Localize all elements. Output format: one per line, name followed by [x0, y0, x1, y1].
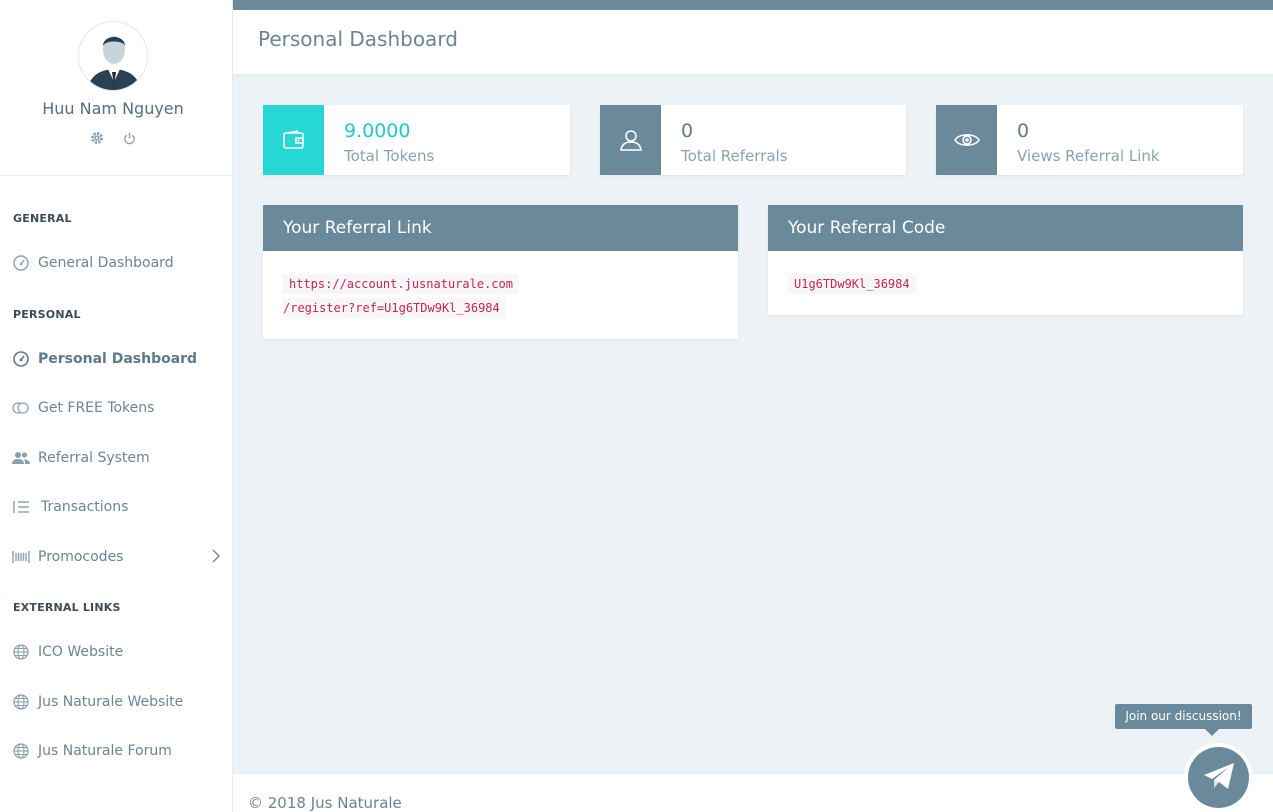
sidebar-item-ico-website[interactable]: ICO Website: [0, 634, 232, 670]
stat-label: Views Referral Link: [1017, 147, 1160, 165]
dashboard-gauge-icon: [12, 350, 30, 368]
panel-title: Your Referral Link: [263, 205, 738, 251]
dashboard-gauge-icon: [12, 254, 30, 272]
section-title-general: GENERAL: [13, 212, 72, 225]
stat-value: 9.0000: [344, 120, 411, 142]
sidebar-item-general-dashboard[interactable]: General Dashboard: [0, 245, 232, 281]
top-accent-bar: [233, 0, 1273, 10]
stat-value: 0: [681, 120, 694, 142]
telegram-icon: [1202, 761, 1236, 795]
referral-link-line-2[interactable]: /register?ref=U1g6TDw9Kl_36984: [283, 298, 506, 318]
eye-icon: [936, 105, 997, 175]
referral-code[interactable]: U1g6TDw9Kl_36984: [788, 274, 916, 294]
sidebar-item-promocodes[interactable]: Promocodes: [0, 539, 232, 575]
barcode-icon: [12, 548, 30, 566]
sidebar-item-label: Personal Dashboard: [38, 351, 198, 367]
user-icon: [600, 105, 661, 175]
panel-title: Your Referral Code: [768, 205, 1243, 251]
stat-card-views-referral-link: 0 Views Referral Link: [936, 105, 1243, 175]
stat-label: Total Referrals: [681, 147, 788, 165]
sidebar: Huu Nam Nguyen GENERAL General Dashboard…: [0, 0, 233, 812]
sidebar-item-label: Referral System: [38, 450, 150, 466]
sidebar-item-label: Get FREE Tokens: [38, 400, 155, 416]
globe-icon: [12, 643, 30, 661]
chevron-right-icon: [212, 549, 220, 567]
wallet-icon: [263, 105, 324, 175]
list-icon: [12, 498, 30, 516]
page-header: Personal Dashboard: [233, 10, 1273, 74]
stat-card-total-referrals: 0 Total Referrals: [600, 105, 906, 175]
user-profile: Huu Nam Nguyen: [0, 0, 232, 176]
page-title: Personal Dashboard: [258, 27, 458, 51]
section-title-personal: PERSONAL: [13, 308, 81, 321]
stat-card-total-tokens: 9.0000 Total Tokens: [263, 105, 570, 175]
power-icon[interactable]: [121, 130, 137, 146]
section-title-external-links: EXTERNAL LINKS: [13, 601, 121, 614]
sidebar-item-jus-naturale-forum[interactable]: Jus Naturale Forum: [0, 733, 232, 769]
coins-icon: [12, 399, 30, 417]
gear-icon[interactable]: [89, 130, 105, 146]
globe-icon: [12, 742, 30, 760]
sidebar-item-label: Jus Naturale Forum: [38, 743, 172, 759]
sidebar-item-label: ICO Website: [38, 644, 124, 660]
footer: © 2018 Jus Naturale: [233, 773, 1273, 812]
sidebar-item-personal-dashboard[interactable]: Personal Dashboard: [0, 341, 232, 377]
sidebar-item-label: Jus Naturale Website: [38, 694, 184, 710]
referral-code-panel: Your Referral Code U1g6TDw9Kl_36984: [768, 205, 1243, 315]
sidebar-item-get-free-tokens[interactable]: Get FREE Tokens: [0, 390, 232, 426]
referral-link-panel: Your Referral Link https://account.jusna…: [263, 205, 738, 339]
chat-button[interactable]: [1184, 743, 1253, 812]
sidebar-item-label: Transactions: [41, 499, 129, 515]
chat-tooltip: Join our discussion!: [1115, 704, 1252, 736]
sidebar-item-label: Promocodes: [38, 549, 124, 565]
users-icon: [12, 449, 30, 467]
sidebar-item-transactions[interactable]: Transactions: [0, 489, 232, 525]
stat-label: Total Tokens: [344, 147, 435, 165]
sidebar-item-label: General Dashboard: [38, 255, 174, 271]
globe-icon: [12, 693, 30, 711]
referral-link-line-1[interactable]: https://account.jusnaturale.com: [283, 274, 519, 294]
sidebar-item-referral-system[interactable]: Referral System: [0, 440, 232, 476]
sidebar-item-jus-naturale-website[interactable]: Jus Naturale Website: [0, 684, 232, 720]
stat-value: 0: [1017, 120, 1030, 142]
avatar: [78, 21, 148, 91]
user-name: Huu Nam Nguyen: [42, 99, 184, 118]
copyright-text: © 2018 Jus Naturale: [248, 794, 402, 812]
